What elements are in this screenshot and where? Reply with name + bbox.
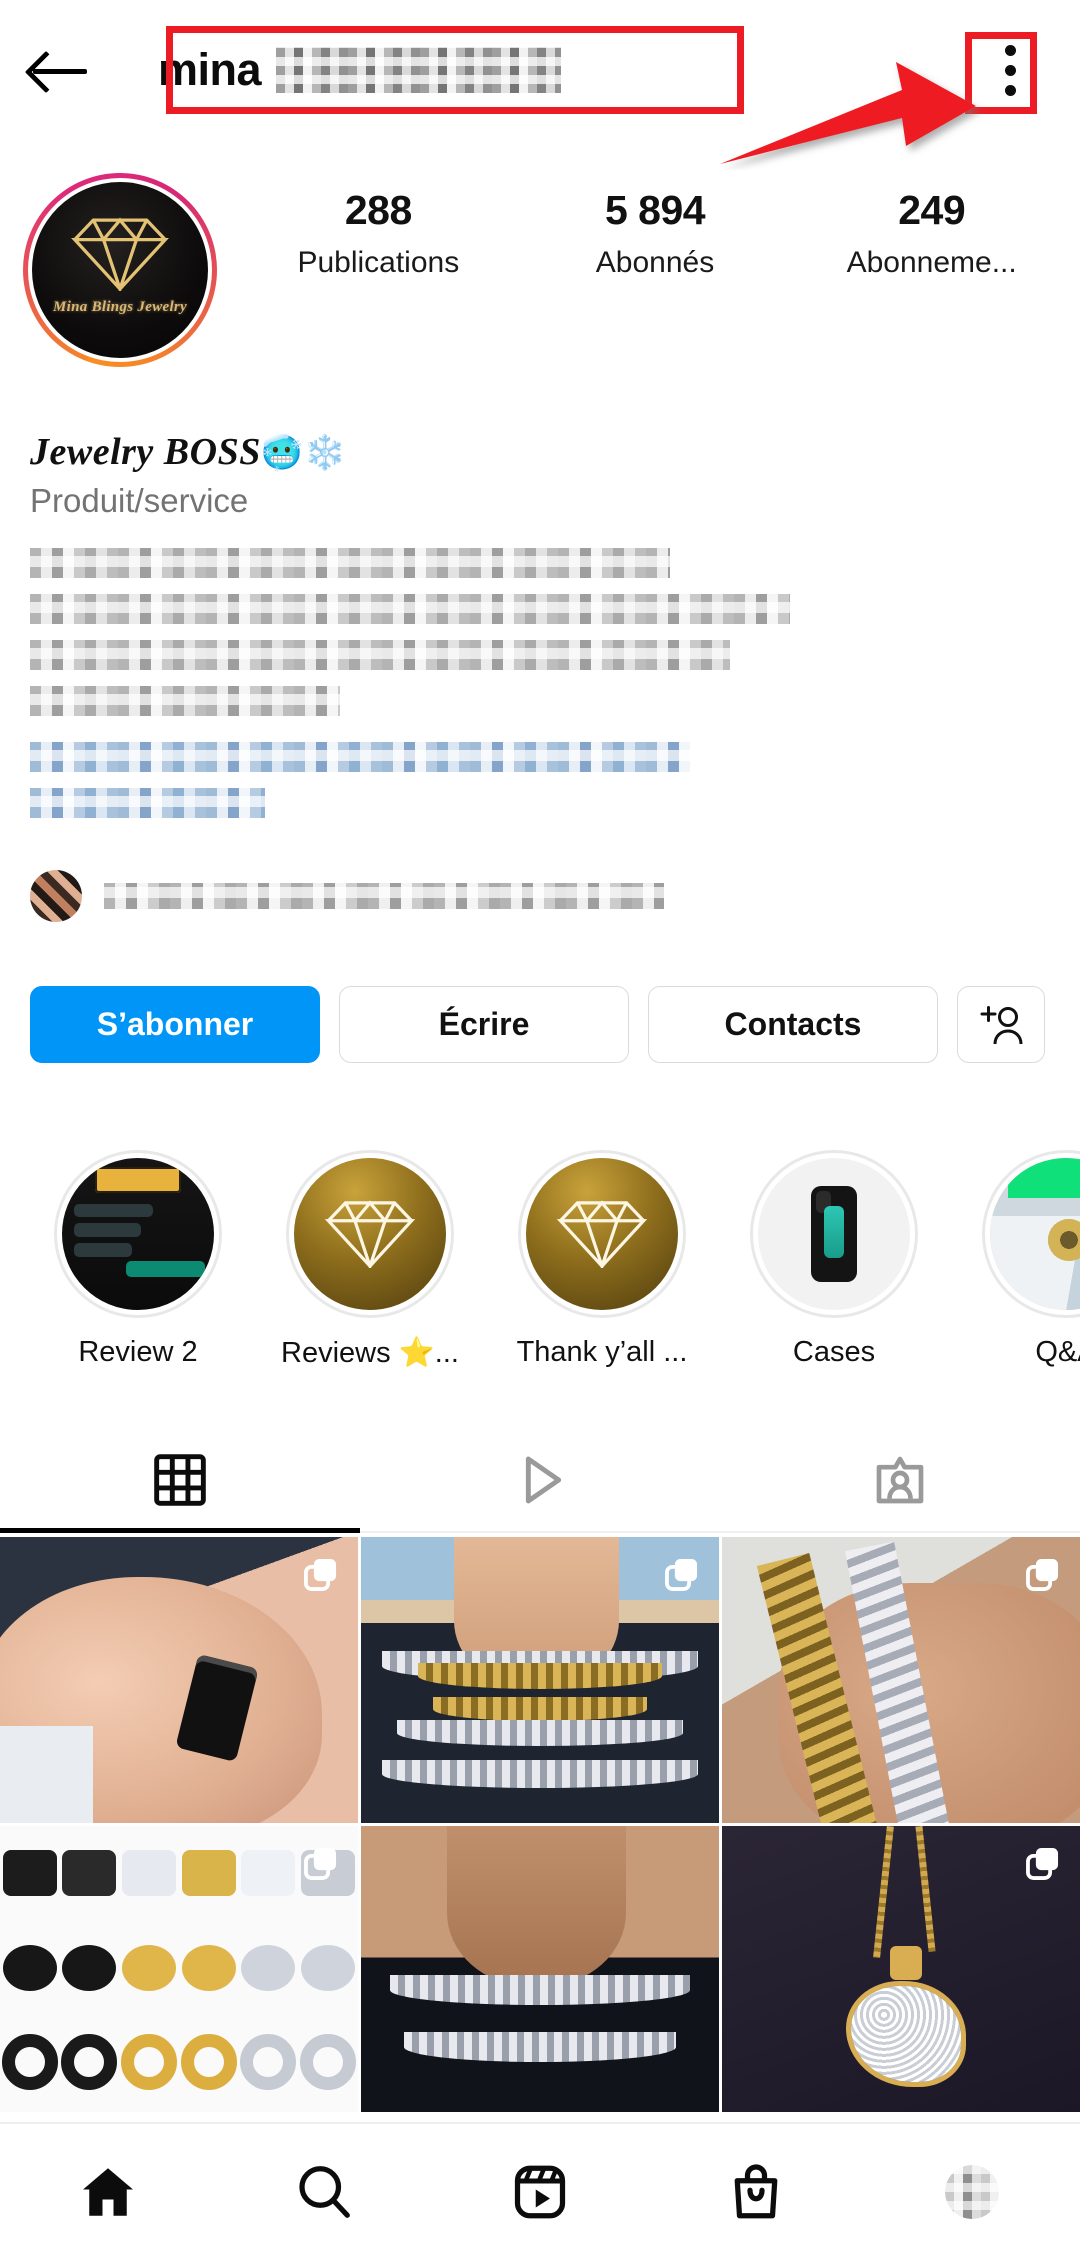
- instagram-profile-screen: mina_blings_jewelry: [0, 0, 1080, 2260]
- profile-bio: Jewelry BOSS🥶❄️ Produit/service: [30, 430, 1040, 818]
- home-icon: [83, 2168, 133, 2216]
- stat-label: Abonneme...: [846, 246, 1017, 279]
- back-button[interactable]: [0, 0, 120, 140]
- highlight-item[interactable]: Q&A: [950, 1150, 1080, 1400]
- post-thumbnail[interactable]: [0, 1537, 358, 1823]
- avatar-container[interactable]: Mina Blings Jewelry: [0, 165, 240, 367]
- search-nav[interactable]: [216, 2124, 432, 2260]
- profile-category: Produit/service: [30, 482, 249, 519]
- highlight-label: Thank y’all ...: [516, 1336, 688, 1368]
- highlight-item[interactable]: Thank y’all ...: [486, 1150, 718, 1400]
- suggest-users-button[interactable]: [957, 986, 1045, 1063]
- post-grid: [0, 1537, 1080, 2117]
- carousel-icon: [304, 1847, 337, 1880]
- story-highlights[interactable]: Review 2 Reviews ⭐... Thank y’all ... Ca…: [0, 1150, 1080, 1400]
- username-container[interactable]: mina_blings_jewelry: [120, 0, 1080, 140]
- post-thumbnail[interactable]: [722, 1826, 1080, 2112]
- carousel-icon: [1026, 1847, 1059, 1880]
- highlight-cover: [990, 1158, 1080, 1310]
- bio-line-censored-1: [30, 548, 670, 578]
- highlight-cover: [758, 1158, 910, 1310]
- profile-tabs: [0, 1430, 1080, 1530]
- follow-button[interactable]: S’abonner: [30, 986, 320, 1063]
- person-add-icon: [980, 1005, 1023, 1044]
- reels-nav[interactable]: [432, 2124, 648, 2260]
- highlight-item[interactable]: Reviews ⭐...: [254, 1150, 486, 1400]
- highlight-item[interactable]: Cases: [718, 1150, 950, 1400]
- stat-value: 5 894: [604, 187, 706, 233]
- diamond-icon: [556, 1200, 648, 1268]
- home-nav[interactable]: [0, 2124, 216, 2260]
- diamond-logo-icon: [71, 217, 169, 291]
- stat-publications[interactable]: 288 Publications: [240, 187, 517, 280]
- mutual-followers-text-censored: [104, 883, 664, 909]
- options-menu-button[interactable]: [940, 0, 1080, 140]
- profile-nav[interactable]: [864, 2124, 1080, 2260]
- profile-username: mina_blings_jewelry: [158, 44, 589, 96]
- profile-summary: Mina Blings Jewelry 288 Publications 5 8…: [0, 165, 1080, 380]
- back-arrow-icon: [31, 50, 89, 90]
- display-name-emoji: 🥶❄️: [260, 433, 347, 473]
- stat-following[interactable]: 249 Abonneme...: [793, 187, 1070, 280]
- translate-link-censored[interactable]: [30, 686, 340, 716]
- reels-icon: [514, 2165, 566, 2219]
- bio-line-censored-2: [30, 594, 790, 624]
- tagged-tab[interactable]: [720, 1430, 1080, 1530]
- post-thumbnail[interactable]: [361, 1537, 719, 1823]
- phone-case-art: [811, 1186, 857, 1282]
- profile-display-name: Jewelry BOSS🥶❄️: [30, 430, 1040, 474]
- username-text: mina: [158, 44, 262, 95]
- mutual-followers-row[interactable]: [30, 870, 1040, 922]
- profile-avatar[interactable]: Mina Blings Jewelry: [32, 182, 208, 358]
- highlight-item[interactable]: Review 2: [22, 1150, 254, 1400]
- stat-label: Publications: [297, 246, 460, 279]
- mutual-follower-avatar: [30, 870, 82, 922]
- shop-nav[interactable]: [648, 2124, 864, 2260]
- highlight-label: Reviews ⭐...: [281, 1337, 459, 1369]
- grid-icon: [154, 1454, 206, 1506]
- highlight-cover: [62, 1158, 214, 1310]
- carousel-icon: [665, 1558, 698, 1591]
- grid-tab[interactable]: [0, 1430, 360, 1530]
- profile-avatar-icon: [945, 2165, 999, 2219]
- reels-tab[interactable]: [360, 1430, 720, 1530]
- shopping-bag-icon: [734, 2164, 778, 2219]
- highlight-cover: [526, 1158, 678, 1310]
- tagged-person-icon: [876, 1456, 924, 1504]
- post-thumbnail[interactable]: [722, 1537, 1080, 1823]
- stat-followers[interactable]: 5 894 Abonnés: [517, 187, 794, 280]
- three-dot-menu-icon: [1004, 44, 1016, 96]
- play-triangle-icon: [525, 1456, 562, 1504]
- contacts-button[interactable]: Contacts: [648, 986, 938, 1063]
- profile-stats: 288 Publications 5 894 Abonnés 249 Abonn…: [240, 165, 1080, 280]
- message-button[interactable]: Écrire: [339, 986, 629, 1063]
- username-censored-overlay: [276, 47, 561, 93]
- avatar-caption: Mina Blings Jewelry: [52, 298, 188, 315]
- highlight-cover: [294, 1158, 446, 1310]
- highlight-label: Review 2: [78, 1336, 198, 1368]
- stat-value: 288: [344, 187, 412, 233]
- carousel-icon: [1026, 1558, 1059, 1591]
- search-icon: [299, 2166, 350, 2218]
- stat-label: Abonnés: [595, 246, 715, 279]
- carousel-icon: [304, 1558, 337, 1591]
- post-thumbnail[interactable]: [0, 1826, 358, 2112]
- active-tab-underline: [0, 1528, 360, 1533]
- highlight-label: Cases: [792, 1336, 876, 1368]
- stat-value: 249: [898, 187, 966, 233]
- display-name-text: Jewelry BOSS: [30, 431, 261, 473]
- profile-action-buttons: S’abonner Écrire Contacts: [30, 986, 1050, 1063]
- external-link-censored[interactable]: [30, 742, 690, 772]
- diamond-icon: [324, 1200, 416, 1268]
- bio-line-censored-3: [30, 640, 730, 670]
- app-header: mina_blings_jewelry: [0, 0, 1080, 140]
- post-thumbnail[interactable]: [361, 1826, 719, 2112]
- bottom-navigation: [0, 2124, 1080, 2260]
- location-censored[interactable]: [30, 788, 265, 818]
- highlight-label: Q&A: [1035, 1336, 1080, 1368]
- story-ring[interactable]: Mina Blings Jewelry: [23, 173, 217, 367]
